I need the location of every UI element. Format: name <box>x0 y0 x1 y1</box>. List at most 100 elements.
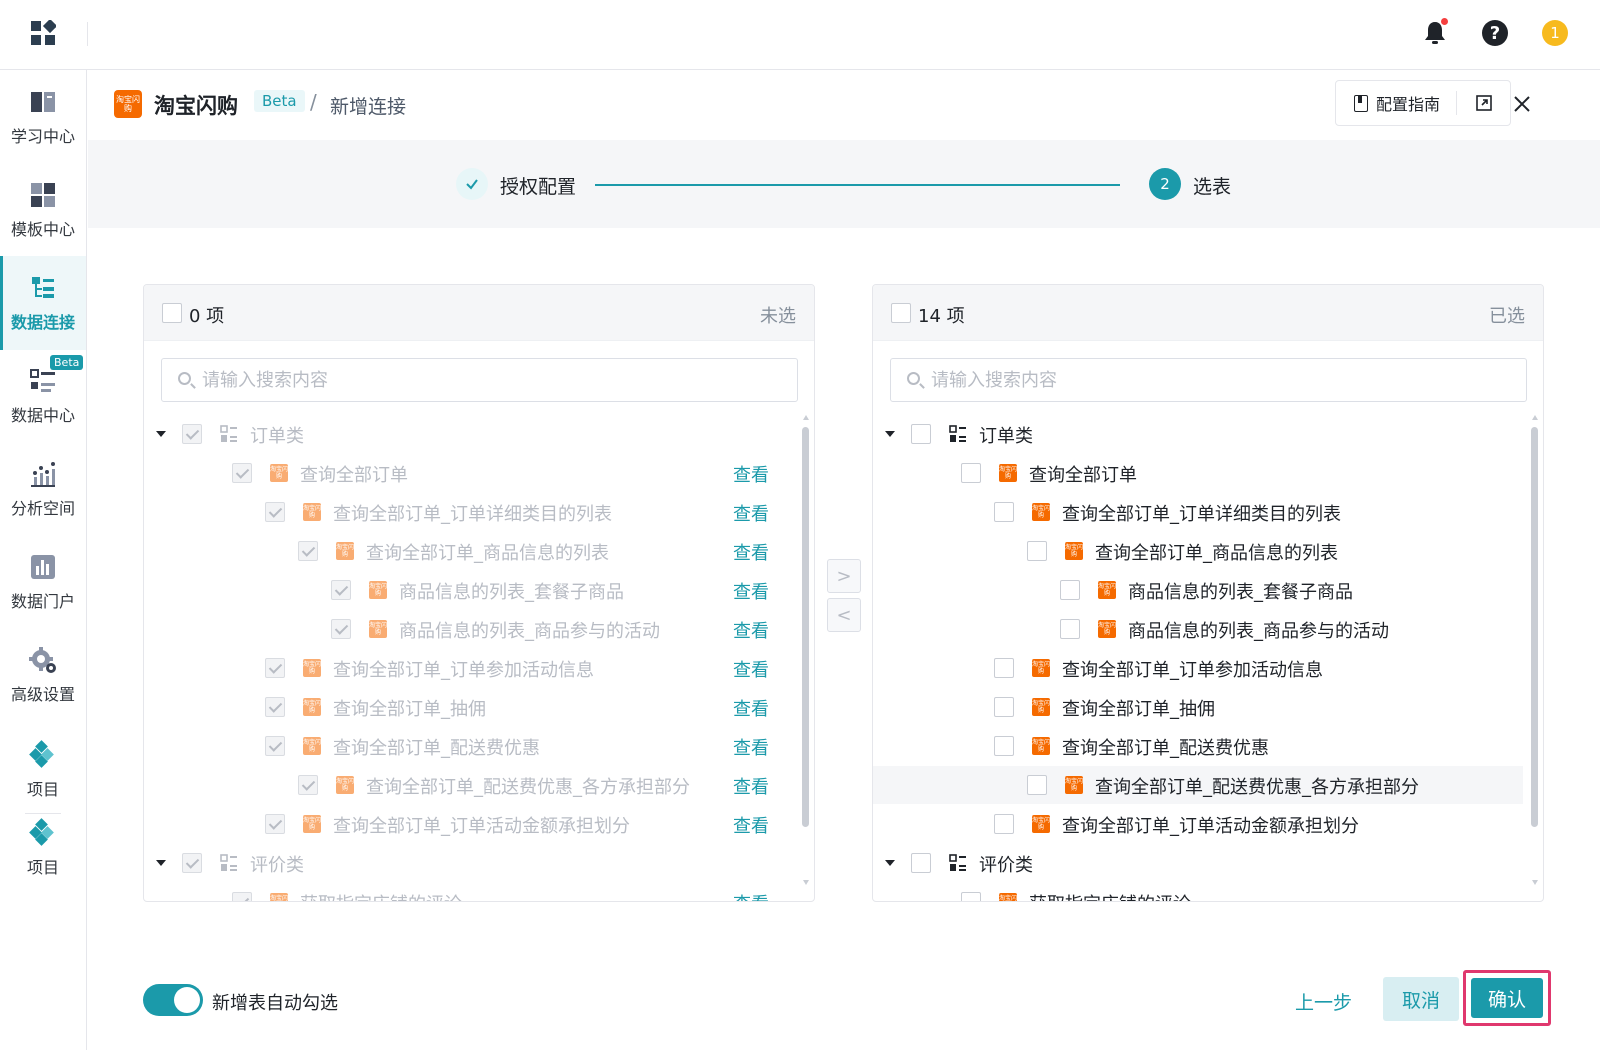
row-checkbox[interactable] <box>331 619 351 639</box>
row-checkbox[interactable] <box>1060 580 1080 600</box>
tree-table-row[interactable]: 淘宝闪购 查询全部订单_订单参加活动信息 <box>873 649 1523 687</box>
row-checkbox[interactable] <box>1060 619 1080 639</box>
scrollbar[interactable] <box>802 415 810 885</box>
app-grid-logo-icon[interactable] <box>30 18 58 46</box>
scroll-down-icon[interactable] <box>803 880 809 885</box>
search-input[interactable] <box>202 359 792 401</box>
tree-table-row[interactable]: 淘宝闪购 查询全部订单_订单详细类目的列表 查看 <box>144 493 794 531</box>
help-icon[interactable]: ? <box>1480 18 1510 48</box>
tree-group-row[interactable]: 订单类 <box>873 415 1523 453</box>
view-link[interactable]: 查看 <box>733 812 769 838</box>
view-link[interactable]: 查看 <box>733 773 769 799</box>
open-external-button[interactable] <box>1457 81 1510 125</box>
row-checkbox[interactable] <box>1027 541 1047 561</box>
tree-table-row[interactable]: 淘宝闪购 查询全部订单_抽佣 查看 <box>144 688 794 726</box>
tree-table-row[interactable]: 淘宝闪购 查询全部订单_配送费优惠_各方承担部分 查看 <box>144 766 794 804</box>
cancel-button[interactable]: 取消 <box>1383 977 1459 1021</box>
tree-table-row[interactable]: 淘宝闪购 查询全部订单_订单活动金额承担划分 查看 <box>144 805 794 843</box>
tree-table-row[interactable]: 淘宝闪购 查询全部订单_订单活动金额承担划分 <box>873 805 1523 843</box>
prev-step-button[interactable]: 上一步 <box>1295 988 1352 1015</box>
tree-table-row[interactable]: 淘宝闪购 查询全部订单_商品信息的列表 查看 <box>144 532 794 570</box>
sidebar-item-data-center[interactable]: Beta 数据中心 <box>0 349 86 443</box>
view-link[interactable]: 查看 <box>733 890 769 901</box>
notification-bell-icon[interactable] <box>1420 18 1450 48</box>
row-checkbox[interactable] <box>961 463 981 483</box>
user-avatar[interactable]: 1 <box>1540 18 1570 48</box>
sidebar-item-project-2[interactable]: 项目 <box>0 808 86 888</box>
move-left-button[interactable]: < <box>827 598 861 632</box>
sidebar-item-advanced-settings[interactable]: 高级设置 <box>0 628 86 722</box>
view-link[interactable]: 查看 <box>733 539 769 565</box>
tree-group-row[interactable]: 评价类 <box>873 844 1523 882</box>
tree-table-row[interactable]: 淘宝闪购 查询全部订单_订单参加活动信息 查看 <box>144 649 794 687</box>
select-all-checkbox[interactable] <box>891 303 911 323</box>
sidebar-item-data-portal[interactable]: 数据门户 <box>0 535 86 629</box>
scroll-up-icon[interactable] <box>1532 415 1538 420</box>
sidebar-item-data-connection[interactable]: 数据连接 <box>0 256 86 350</box>
view-link[interactable]: 查看 <box>733 734 769 760</box>
tree-table-row[interactable]: 淘宝闪购 查询全部订单_抽佣 <box>873 688 1523 726</box>
row-checkbox[interactable] <box>994 502 1014 522</box>
view-link[interactable]: 查看 <box>733 695 769 721</box>
expand-caret-icon[interactable] <box>885 431 895 437</box>
row-checkbox[interactable] <box>232 892 252 901</box>
row-checkbox[interactable] <box>911 853 931 873</box>
row-checkbox[interactable] <box>265 736 285 756</box>
row-checkbox[interactable] <box>961 892 981 901</box>
row-checkbox[interactable] <box>182 424 202 444</box>
row-checkbox[interactable] <box>265 502 285 522</box>
row-checkbox[interactable] <box>298 541 318 561</box>
scroll-down-icon[interactable] <box>1532 880 1538 885</box>
scroll-thumb[interactable] <box>1531 427 1538 827</box>
sidebar-item-template-center[interactable]: 模板中心 <box>0 163 86 257</box>
row-checkbox[interactable] <box>265 658 285 678</box>
tree-table-row[interactable]: 淘宝闪购 获取指定店铺的评论 <box>873 883 1523 901</box>
confirm-button[interactable]: 确认 <box>1471 978 1543 1018</box>
tree-table-row[interactable]: 淘宝闪购 商品信息的列表_套餐子商品 查看 <box>144 571 794 609</box>
view-link[interactable]: 查看 <box>733 617 769 643</box>
tree-group-row[interactable]: 订单类 <box>144 415 794 453</box>
sidebar-item-project-1[interactable]: 项目 <box>0 730 86 810</box>
row-checkbox[interactable] <box>265 697 285 717</box>
row-checkbox[interactable] <box>232 463 252 483</box>
tree-table-row[interactable]: 淘宝闪购 查询全部订单 <box>873 454 1523 492</box>
select-all-checkbox[interactable] <box>162 303 182 323</box>
row-checkbox[interactable] <box>911 424 931 444</box>
move-right-button[interactable]: > <box>827 559 861 593</box>
config-guide-button[interactable]: 配置指南 <box>1336 81 1456 125</box>
auto-select-toggle[interactable] <box>143 984 203 1016</box>
row-checkbox[interactable] <box>994 697 1014 717</box>
row-checkbox[interactable] <box>265 814 285 834</box>
tree-table-row[interactable]: 淘宝闪购 查询全部订单_配送费优惠_各方承担部分 <box>873 766 1523 804</box>
row-checkbox[interactable] <box>182 853 202 873</box>
expand-caret-icon[interactable] <box>156 431 166 437</box>
view-link[interactable]: 查看 <box>733 578 769 604</box>
row-checkbox[interactable] <box>1027 775 1047 795</box>
sidebar-item-analysis-space[interactable]: 分析空间 <box>0 442 86 536</box>
tree-table-row[interactable]: 淘宝闪购 商品信息的列表_套餐子商品 <box>873 571 1523 609</box>
tree-table-row[interactable]: 淘宝闪购 商品信息的列表_商品参与的活动 <box>873 610 1523 648</box>
expand-caret-icon[interactable] <box>885 860 895 866</box>
row-checkbox[interactable] <box>298 775 318 795</box>
tree-table-row[interactable]: 淘宝闪购 查询全部订单_配送费优惠 <box>873 727 1523 765</box>
tree-table-row[interactable]: 淘宝闪购 查询全部订单_配送费优惠 查看 <box>144 727 794 765</box>
sidebar-item-learning-center[interactable]: 学习中心 <box>0 70 86 164</box>
tree-table-row[interactable]: 淘宝闪购 查询全部订单_订单详细类目的列表 <box>873 493 1523 531</box>
tree-group-row[interactable]: 评价类 <box>144 844 794 882</box>
scroll-up-icon[interactable] <box>803 415 809 420</box>
tree-table-row[interactable]: 淘宝闪购 查询全部订单 查看 <box>144 454 794 492</box>
expand-caret-icon[interactable] <box>156 860 166 866</box>
search-input[interactable] <box>931 359 1521 401</box>
scroll-thumb[interactable] <box>802 427 809 827</box>
scrollbar[interactable] <box>1531 415 1539 885</box>
view-link[interactable]: 查看 <box>733 500 769 526</box>
view-link[interactable]: 查看 <box>733 461 769 487</box>
view-link[interactable]: 查看 <box>733 656 769 682</box>
tree-table-row[interactable]: 淘宝闪购 查询全部订单_商品信息的列表 <box>873 532 1523 570</box>
row-checkbox[interactable] <box>994 814 1014 834</box>
tree-table-row[interactable]: 淘宝闪购 获取指定店铺的评论 查看 <box>144 883 794 901</box>
close-icon[interactable] <box>1508 90 1536 118</box>
row-checkbox[interactable] <box>331 580 351 600</box>
row-checkbox[interactable] <box>994 736 1014 756</box>
row-checkbox[interactable] <box>994 658 1014 678</box>
